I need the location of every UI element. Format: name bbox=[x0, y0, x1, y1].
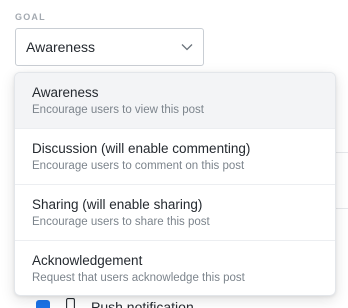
goal-option-acknowledgement[interactable]: Acknowledgement Request that users ackno… bbox=[15, 241, 335, 295]
goal-select-value: Awareness bbox=[26, 39, 96, 55]
chevron-down-icon bbox=[181, 43, 193, 51]
option-description: Request that users acknowledge this post bbox=[32, 272, 245, 284]
goal-option-awareness[interactable]: Awareness Encourage users to view this p… bbox=[15, 73, 335, 129]
background-divider bbox=[336, 152, 348, 153]
push-notification-row[interactable]: Push notification bbox=[36, 298, 194, 308]
option-title: Sharing (will enable sharing) bbox=[32, 197, 203, 212]
option-description: Encourage users to share this post bbox=[32, 216, 210, 228]
background-divider bbox=[336, 208, 348, 209]
goal-settings-panel: GOAL Awareness Push notification Awarene… bbox=[0, 0, 348, 308]
goal-option-sharing[interactable]: Sharing (will enable sharing) Encourage … bbox=[15, 185, 335, 241]
option-title: Awareness bbox=[32, 85, 99, 100]
push-notification-label: Push notification bbox=[91, 299, 194, 308]
goal-option-discussion[interactable]: Discussion (will enable commenting) Enco… bbox=[15, 129, 335, 185]
goal-select[interactable]: Awareness bbox=[15, 28, 204, 66]
phone-icon bbox=[66, 298, 75, 308]
option-title: Discussion (will enable commenting) bbox=[32, 141, 251, 156]
option-description: Encourage users to comment on this post bbox=[32, 160, 245, 172]
goal-dropdown-menu: Awareness Encourage users to view this p… bbox=[14, 72, 336, 296]
option-title: Acknowledgement bbox=[32, 253, 143, 268]
goal-label: GOAL bbox=[15, 12, 46, 22]
push-notification-checkbox[interactable] bbox=[36, 300, 50, 308]
option-description: Encourage users to view this post bbox=[32, 104, 204, 116]
